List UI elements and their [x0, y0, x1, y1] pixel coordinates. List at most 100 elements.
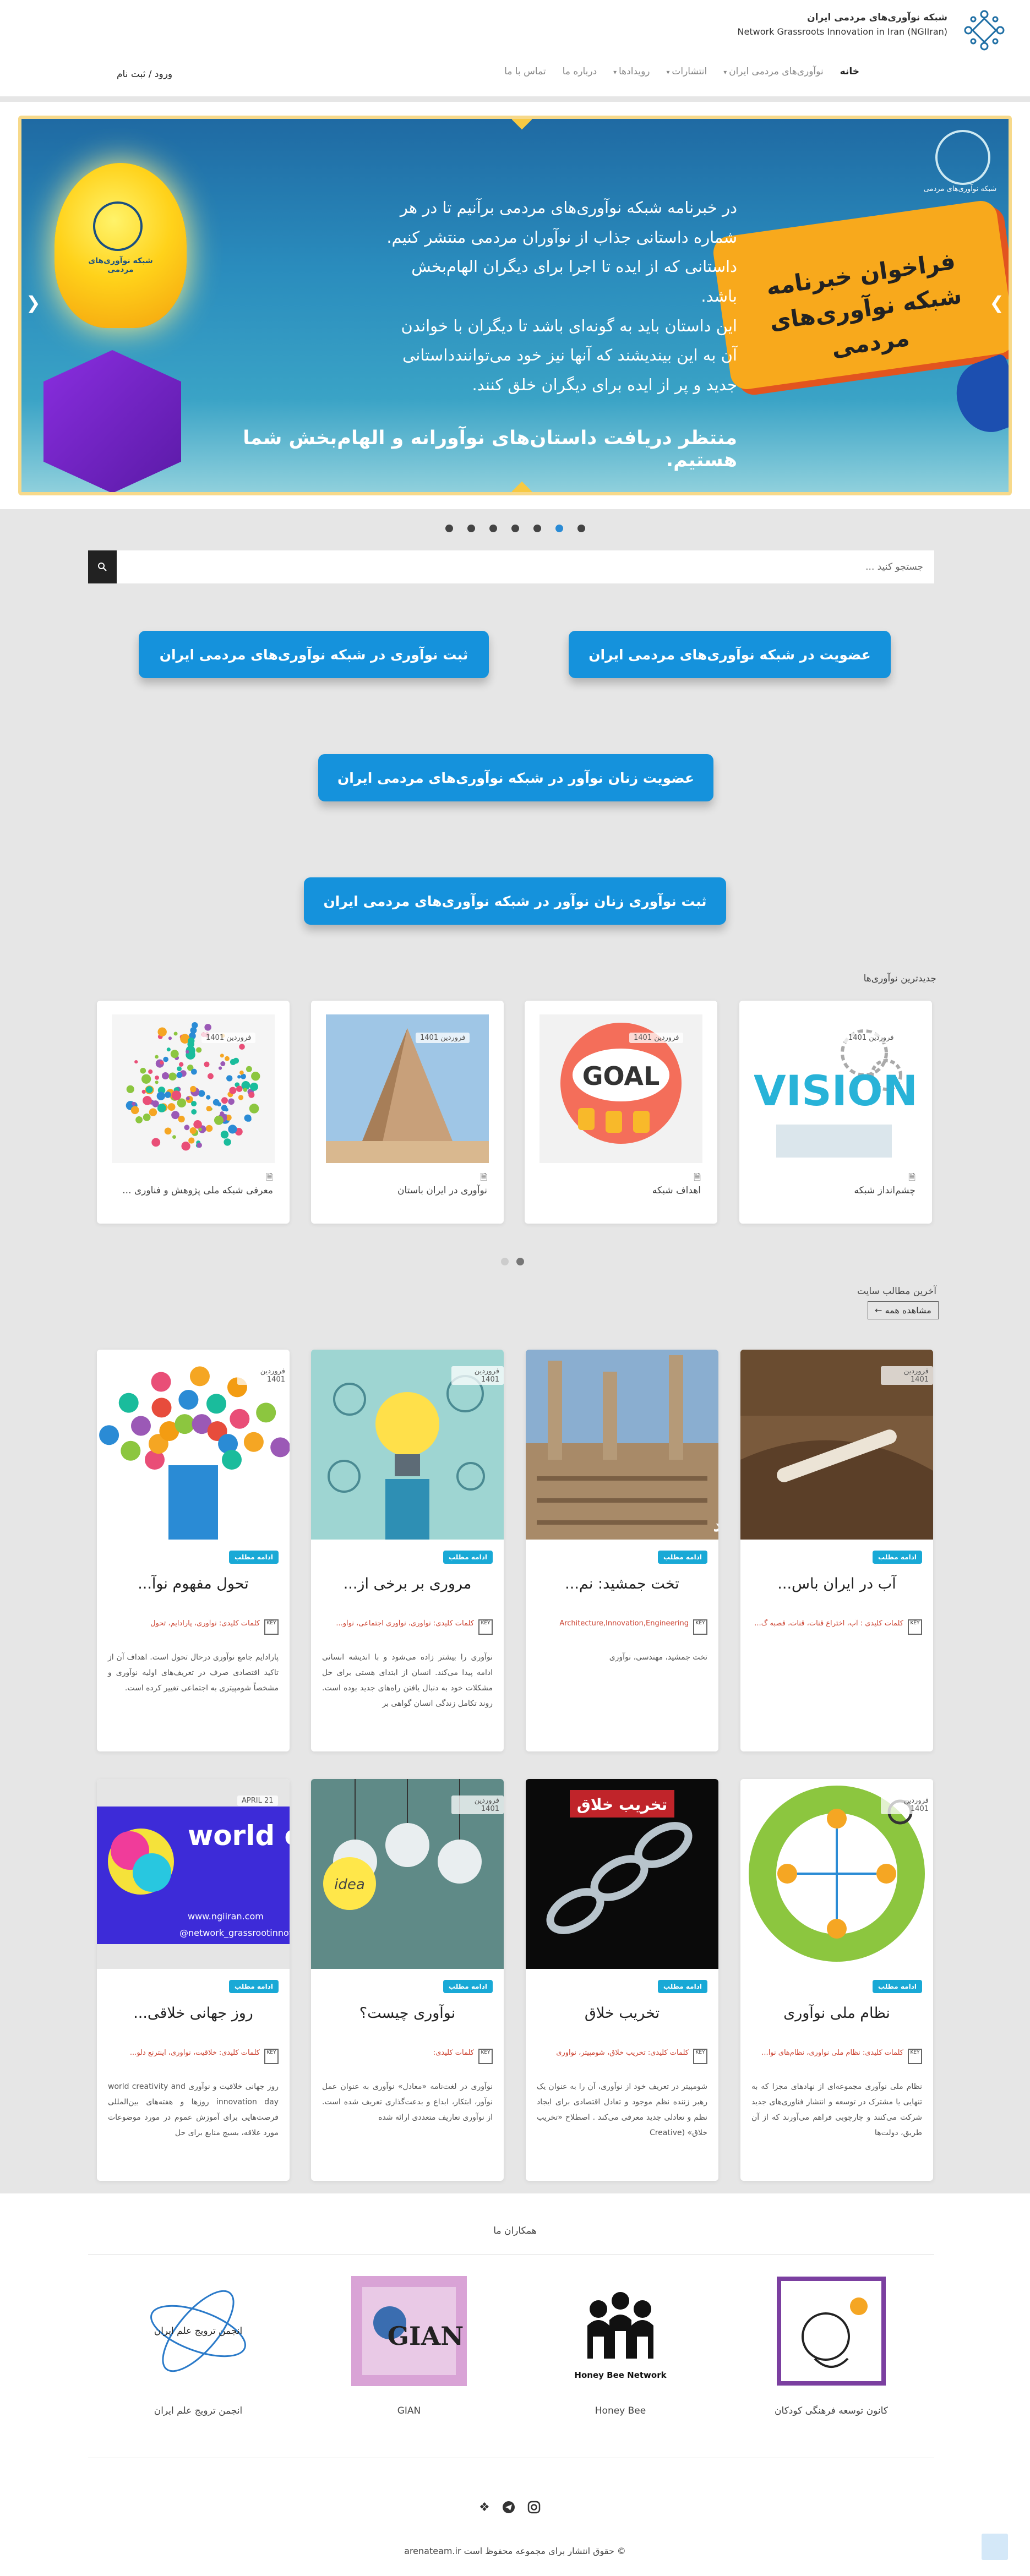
read-more-button[interactable]: ادامه مطلب: [873, 1551, 922, 1564]
search-input[interactable]: [117, 550, 934, 583]
innovation-caption[interactable]: معرفی شبکه ملی پژوهش و فناوری ...: [122, 1185, 273, 1196]
tree-icon-bubble: [175, 1414, 195, 1434]
partner-item[interactable]: Honey Bee Network Honey Bee: [557, 2273, 684, 2416]
read-more-button[interactable]: ادامه مطلب: [658, 1980, 707, 1993]
innovation-card[interactable]: GOAL فروردین 1401 🗎 اهداف شبکه: [525, 1001, 717, 1224]
innovation-card[interactable]: VISION فروردین 1401 🗎 چشم‌انداز شبکه: [739, 1001, 932, 1224]
post-title[interactable]: تحول مفهوم نوآ...: [108, 1575, 279, 1592]
read-more-button[interactable]: ادامه مطلب: [873, 1980, 922, 1993]
view-all-button[interactable]: مشاهده همه ←: [868, 1301, 939, 1319]
partner-logo-text: Honey Bee Network: [574, 2370, 667, 2380]
post-card[interactable]: world creativity day 202 www.ngiiran.com…: [97, 1779, 290, 2181]
nav-item-contact[interactable]: تماس با ما: [504, 66, 546, 77]
network-dot: [126, 1085, 134, 1093]
nav-item-events[interactable]: رویدادها: [613, 66, 650, 77]
tree-icon-bubble: [206, 1394, 227, 1414]
network-dot: [168, 1036, 172, 1040]
post-title[interactable]: آب در ایران باس...: [751, 1575, 922, 1592]
keywords-text: کلمات کلیدی: نظام ملی نوآوری، نظام‌های ن…: [761, 2049, 903, 2057]
carousel-dot[interactable]: [516, 1258, 524, 1265]
scroll-to-top-button[interactable]: [982, 2534, 1008, 2560]
file-icon: 🗎: [908, 1172, 915, 1182]
post-title[interactable]: مروری بر برخی از...: [322, 1575, 493, 1592]
chevron-left-icon[interactable]: ❮: [26, 292, 41, 313]
network-dot: [205, 1125, 213, 1132]
post-card[interactable]: فروردین 1401 ادامه مطلب نظام ملی نوآوری …: [740, 1779, 933, 2181]
site-header: شبکه نوآوری‌های مردمی ایران Network Gras…: [0, 0, 1030, 96]
slider-dot[interactable]: [445, 525, 453, 532]
partner-item[interactable]: GIAN GIAN: [346, 2273, 472, 2416]
post-card[interactable]: فروردین 1401 ادامه مطلب مروری بر برخی از…: [311, 1350, 504, 1751]
innovation-caption[interactable]: چشم‌انداز شبکه: [854, 1185, 915, 1196]
login-register-link[interactable]: ورود / ثبت نام: [117, 69, 172, 80]
slider-dot[interactable]: [511, 525, 519, 532]
tree-icon-bubble: [99, 1425, 119, 1445]
post-excerpt: روز جهانی خلاقیت و نوآوری world creativi…: [108, 2082, 279, 2137]
post-image-caption: تخریب خلاق: [577, 1795, 668, 1814]
banner-corner-diamond: [511, 119, 532, 130]
read-more-button[interactable]: ادامه مطلب: [229, 1551, 279, 1564]
instagram-icon[interactable]: [527, 2501, 541, 2514]
nav-item-grassroots[interactable]: نوآوری‌های مردمی ایران: [723, 66, 824, 77]
register-innovation-button[interactable]: ثبت نوآوری در شبکه نوآوری‌های مردمی ایرا…: [139, 631, 489, 678]
innovation-card[interactable]: فروردین 1401 🗎 نوآوری در ایران باستان: [311, 1001, 504, 1224]
post-image-caption: world creativity day 202: [188, 1820, 290, 1852]
network-dot: [130, 1106, 139, 1115]
post-card[interactable]: جمشید ادامه مطلب تخت جمشید: نم... KEY Ar…: [526, 1350, 718, 1751]
slider-dot[interactable]: [555, 525, 563, 532]
network-dot: [233, 1057, 239, 1064]
innovation-caption[interactable]: اهداف شبکه: [652, 1185, 701, 1196]
telegram-icon[interactable]: [502, 2501, 515, 2514]
network-dot: [186, 1050, 189, 1054]
tree-icon-bubble: [151, 1372, 171, 1392]
innovation-caption[interactable]: نوآوری در ایران باستان: [397, 1185, 487, 1196]
network-dot: [218, 1066, 222, 1070]
post-card[interactable]: فروردین 1401 ادامه مطلب آب در ایران باس.…: [740, 1350, 933, 1751]
membership-button[interactable]: عضویت در شبکه نوآوری‌های مردمی ایران: [569, 631, 891, 678]
partners-section: همکاران ما کانون توسعه فرهنگی کودکان Hon: [0, 2193, 1030, 2576]
read-more-button[interactable]: ادامه مطلب: [443, 1551, 493, 1564]
search-button[interactable]: [88, 550, 117, 583]
slider-dot[interactable]: [489, 525, 497, 532]
chevron-right-icon[interactable]: ❯: [989, 292, 1004, 313]
date-badge: فروردین 1401: [201, 1033, 256, 1043]
slider-dot[interactable]: [577, 525, 585, 532]
slider-dot[interactable]: [467, 525, 475, 532]
keywords-text: کلمات کلیدی: خلاقیت، نوآوری، اینترنع دلو…: [129, 2049, 260, 2057]
post-title[interactable]: نظام ملی نوآوری: [751, 2005, 922, 2022]
women-membership-button[interactable]: عضویت زنان نوآور در شبکه نوآوری‌های مردم…: [318, 754, 713, 801]
read-more-button[interactable]: ادامه مطلب: [443, 1980, 493, 1993]
post-title[interactable]: روز جهانی خلاقی...: [108, 2005, 279, 2022]
gift-box-illustration: [43, 350, 181, 492]
hero-banner[interactable]: شبکه نوآوری‌های مردمی فراخوان خبرنامه شب…: [18, 116, 1012, 495]
network-dot: [151, 1138, 161, 1147]
network-dot: [160, 1061, 164, 1065]
partner-logo-text: GIAN: [388, 2321, 464, 2351]
network-dot: [143, 1096, 152, 1105]
women-register-button[interactable]: ثبت نوآوری زنان نوآور در شبکه نوآوری‌های…: [304, 877, 726, 925]
slider-dot[interactable]: [533, 525, 541, 532]
partner-item[interactable]: انجمن ترویج علم ایران انجمن ترویج علم ای…: [135, 2273, 261, 2416]
read-more-button[interactable]: ادامه مطلب: [658, 1551, 707, 1564]
partner-item[interactable]: کانون توسعه فرهنگی کودکان: [768, 2273, 895, 2416]
carousel-dot[interactable]: [501, 1258, 509, 1265]
post-title[interactable]: تخت جمشید: نم...: [537, 1575, 707, 1592]
read-more-button[interactable]: ادامه مطلب: [229, 1980, 279, 1993]
slider-dots: [0, 525, 1030, 532]
aparat-icon[interactable]: ❖: [479, 2501, 490, 2514]
post-title[interactable]: نوآوری چیست؟: [322, 2005, 493, 2022]
innovation-card[interactable]: فروردین 1401 🗎 معرفی شبکه ملی پژوهش و فن…: [97, 1001, 290, 1224]
network-dot: [143, 1113, 151, 1121]
network-dot: [178, 1062, 184, 1067]
nav-item-about[interactable]: درباره ما: [563, 66, 597, 77]
network-dot: [229, 1087, 237, 1094]
nav-item-publications[interactable]: انتشارات: [667, 66, 707, 77]
post-card[interactable]: idea فروردین 1401 ادامه مطلب نوآوری چیست…: [311, 1779, 504, 2181]
post-keywords: کلمات کلیدی: تخریب خلاق، شومپیتر، نوآوری: [537, 2049, 707, 2061]
post-title[interactable]: تخریب خلاق: [537, 2005, 707, 2022]
network-dot: [192, 1022, 198, 1029]
post-card[interactable]: تخریب خلاق ادامه مطلب تخریب خلاق KEY کلم…: [526, 1779, 718, 2181]
site-logo[interactable]: [961, 7, 1008, 54]
nav-item-home[interactable]: خانه: [840, 66, 859, 77]
post-card[interactable]: فروردین 1401 ادامه مطلب تحول مفهوم نوآ..…: [97, 1350, 290, 1751]
